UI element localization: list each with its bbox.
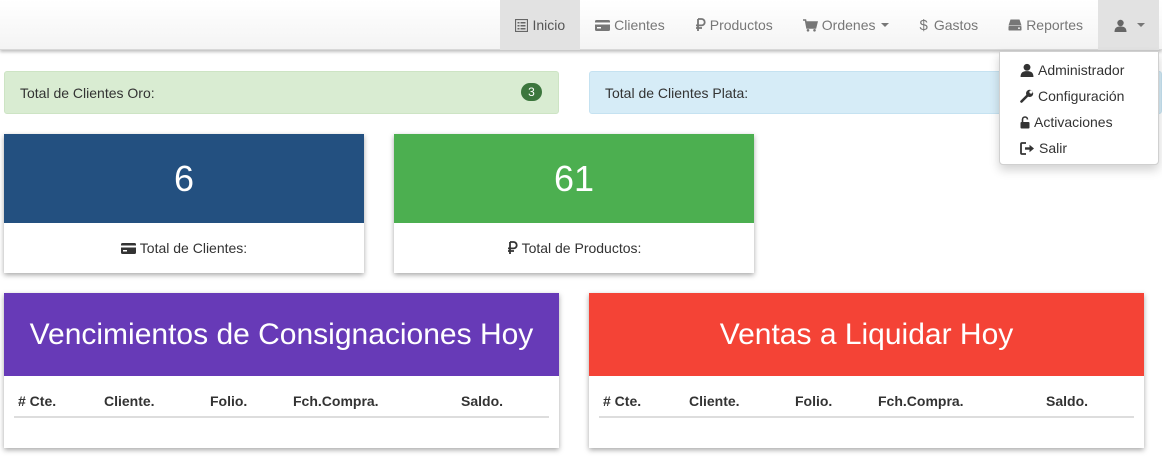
- nav-item-ordenes[interactable]: Ordenes: [788, 0, 905, 50]
- top-navbar: Inicio Clientes Productos Ordenes $ Gast…: [0, 0, 1162, 50]
- menu-item-label: Salir: [1039, 140, 1068, 156]
- ruble-icon: [507, 241, 518, 254]
- unlock-icon: [1020, 115, 1030, 128]
- credit-card-icon: [120, 242, 136, 254]
- column-header: Folio.: [210, 393, 248, 409]
- ruble-icon: [695, 18, 706, 31]
- count-badge: 3: [521, 83, 542, 101]
- stat-footer: Total de Productos:: [394, 223, 754, 273]
- stat-card-productos: 61 Total de Productos:: [394, 134, 754, 273]
- table-header: # Cte. Cliente. Folio. Fch.Compra. Saldo…: [599, 376, 1134, 418]
- nav-label: Clientes: [614, 17, 665, 33]
- caret-down-icon: [1137, 23, 1145, 27]
- column-header: # Cte.: [18, 393, 57, 409]
- dollar-icon: $: [919, 16, 928, 34]
- log-out-icon: [1020, 141, 1034, 155]
- list-alt-icon: [515, 18, 529, 32]
- user-icon: [1114, 19, 1127, 32]
- nav-item-clientes[interactable]: Clientes: [580, 0, 680, 50]
- nav-label: Ordenes: [821, 17, 876, 33]
- nav-label: Inicio: [532, 17, 566, 33]
- column-header: Saldo.: [1046, 393, 1089, 409]
- wrench-icon: [1020, 89, 1034, 103]
- stat-label: Total de Productos:: [521, 240, 642, 256]
- column-header: Fch.Compra.: [878, 393, 964, 409]
- column-header: Fch.Compra.: [293, 393, 379, 409]
- caret-down-icon: [881, 23, 890, 27]
- menu-item-configuracion[interactable]: Configuración: [1000, 83, 1158, 109]
- hdd-icon: [1008, 19, 1022, 31]
- alert-label: Total de Clientes Plata:: [605, 84, 749, 101]
- stat-label: Total de Clientes:: [139, 240, 248, 256]
- alert-clientes-oro: Total de Clientes Oro: 3: [4, 71, 559, 114]
- panel-ventas-liquidar: Ventas a Liquidar Hoy # Cte. Cliente. Fo…: [589, 293, 1144, 448]
- nav-item-inicio[interactable]: Inicio: [500, 0, 581, 50]
- panel-title: Ventas a Liquidar Hoy: [589, 293, 1144, 376]
- nav-item-productos[interactable]: Productos: [680, 0, 788, 50]
- table-header: # Cte. Cliente. Folio. Fch.Compra. Saldo…: [14, 376, 549, 418]
- menu-item-salir[interactable]: Salir: [1000, 135, 1158, 161]
- menu-item-activaciones[interactable]: Activaciones: [1000, 109, 1158, 135]
- nav-label: Gastos: [933, 17, 979, 33]
- nav-label: Productos: [709, 17, 773, 33]
- credit-card-icon: [595, 19, 611, 31]
- column-header: Folio.: [795, 393, 833, 409]
- nav-menu: Inicio Clientes Productos Ordenes $ Gast…: [500, 0, 1159, 50]
- user-icon: [1020, 63, 1034, 77]
- menu-item-label: Activaciones: [1034, 114, 1113, 130]
- panel-title: Vencimientos de Consignaciones Hoy: [4, 293, 559, 376]
- panel-vencimientos: Vencimientos de Consignaciones Hoy # Cte…: [4, 293, 559, 448]
- menu-item-label: Administrador: [1038, 62, 1125, 78]
- shopping-cart-icon: [802, 18, 818, 32]
- menu-item-label: Configuración: [1038, 88, 1125, 104]
- user-dropdown-menu: Administrador Configuración Activaciones…: [999, 51, 1159, 165]
- nav-item-reportes[interactable]: Reportes: [993, 0, 1098, 50]
- stat-value: 61: [394, 134, 754, 223]
- column-header: Cliente.: [689, 393, 740, 409]
- column-header: # Cte.: [603, 393, 642, 409]
- stat-footer: Total de Clientes:: [4, 223, 364, 273]
- stat-value: 6: [4, 134, 364, 223]
- menu-item-administrador[interactable]: Administrador: [1000, 57, 1158, 83]
- column-header: Cliente.: [104, 393, 155, 409]
- column-header: Saldo.: [461, 393, 504, 409]
- nav-item-gastos[interactable]: $ Gastos: [904, 0, 993, 50]
- alert-label: Total de Clientes Oro:: [20, 84, 155, 101]
- stat-card-clientes: 6 Total de Clientes:: [4, 134, 364, 273]
- nav-item-user-menu[interactable]: [1098, 0, 1159, 50]
- nav-label: Reportes: [1026, 17, 1083, 33]
